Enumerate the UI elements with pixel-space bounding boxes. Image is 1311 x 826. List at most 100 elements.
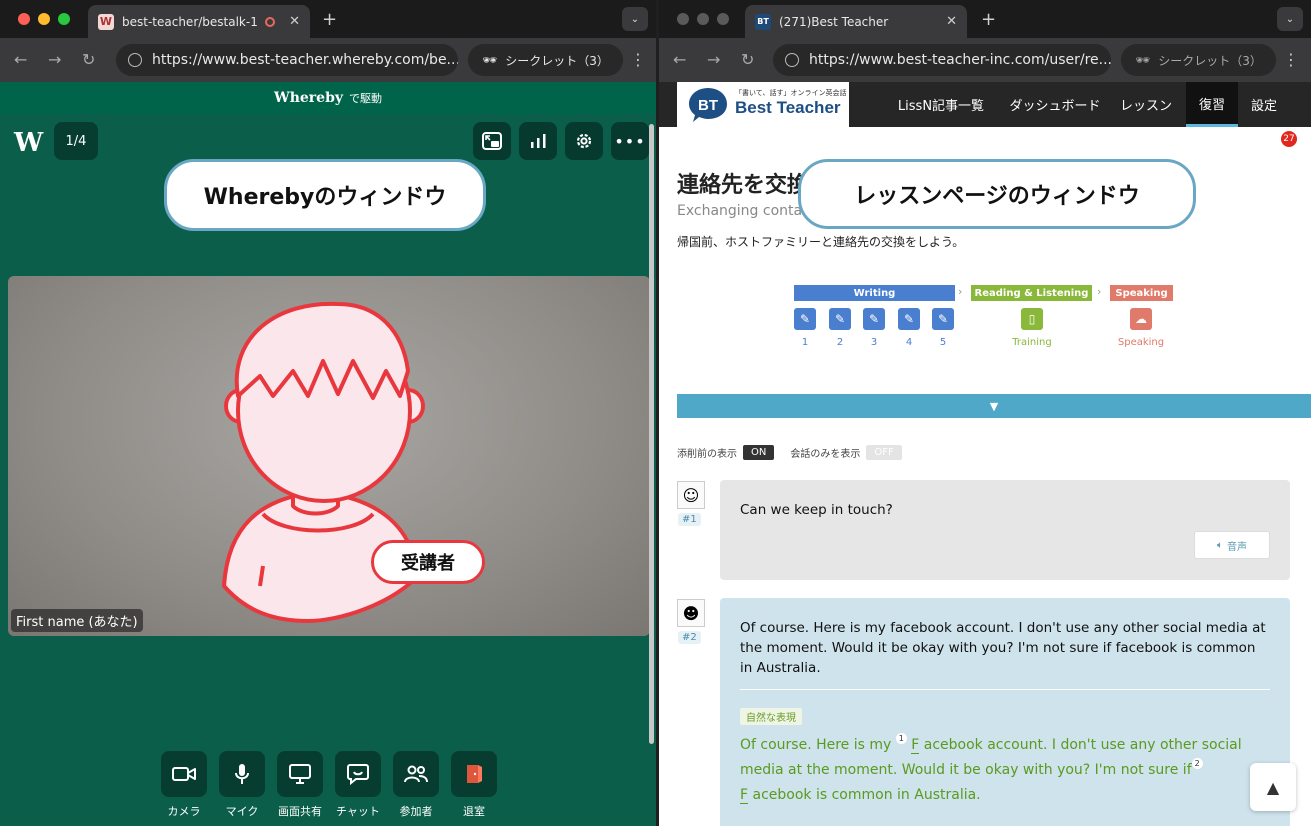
writing-step-2[interactable]: ✎: [829, 308, 851, 330]
participant-count[interactable]: 1/4: [54, 122, 98, 160]
nav-lissn[interactable]: LissN記事一覧: [891, 82, 991, 127]
writing-step-4[interactable]: ✎: [898, 308, 920, 330]
browser-tab[interactable]: BT (271)Best Teacher ✕: [745, 5, 967, 38]
conversation-only-toggle[interactable]: OFF: [866, 445, 902, 460]
writing-step-5[interactable]: ✎: [932, 308, 954, 330]
new-tab-button[interactable]: +: [981, 9, 996, 30]
browser-menu-icon[interactable]: ⋮: [630, 50, 646, 69]
reload-icon[interactable]: ↻: [741, 50, 754, 69]
close-tab-icon[interactable]: ✕: [289, 14, 300, 29]
tab-search-button[interactable]: ⌄: [1277, 7, 1303, 31]
address-bar[interactable]: https://www.best-teacher.whereby.com/be.…: [116, 44, 458, 76]
site-info-icon[interactable]: [785, 53, 799, 67]
powered-by-text: で駆動: [349, 92, 382, 105]
minimize-window-button[interactable]: [697, 13, 709, 25]
scroll-to-top-button[interactable]: ▲: [1250, 763, 1296, 811]
back-icon[interactable]: ←: [673, 50, 686, 69]
close-window-button[interactable]: [677, 13, 689, 25]
minimize-window-button[interactable]: [38, 13, 50, 25]
close-window-button[interactable]: [18, 13, 30, 25]
speech-bubble-icon: ☁: [1135, 312, 1147, 326]
settings-button[interactable]: [565, 122, 603, 160]
leave-icon: [467, 765, 482, 783]
picture-in-picture-button[interactable]: [473, 122, 511, 160]
turn-number: #2: [678, 631, 701, 644]
screen-share-button[interactable]: [277, 751, 323, 797]
message-bubble: Of course. Here is my facebook account. …: [720, 598, 1290, 826]
forward-icon[interactable]: →: [48, 50, 61, 69]
screen-share-control[interactable]: 画面共有: [277, 751, 323, 819]
call-controls: カメラ マイク 画面共有 チャット 参加者 退室: [161, 751, 497, 819]
notification-badge[interactable]: 27: [1281, 131, 1297, 147]
people-button[interactable]: [393, 751, 439, 797]
new-tab-button[interactable]: +: [322, 9, 337, 30]
chevron-up-icon: ▲: [1266, 777, 1280, 797]
forward-icon[interactable]: →: [707, 50, 720, 69]
incognito-label: シークレット（3）: [505, 53, 609, 68]
correction-marker[interactable]: 1: [895, 733, 907, 744]
incognito-badge[interactable]: 🕶 シークレット（3）: [468, 44, 623, 76]
pencil-icon: ✎: [937, 312, 949, 326]
camera-label: カメラ: [167, 805, 201, 818]
browser-tab[interactable]: W best-teacher/bestalk-116 ✕: [88, 5, 310, 38]
leave-button[interactable]: [451, 751, 497, 797]
corrected-part: Of course. Here is my: [740, 737, 896, 753]
close-tab-icon[interactable]: ✕: [946, 14, 957, 29]
zoom-window-button[interactable]: [58, 13, 70, 25]
mic-button[interactable]: [219, 751, 265, 797]
whereby-favicon: W: [98, 13, 114, 30]
incognito-label: シークレット（3）: [1158, 53, 1262, 68]
site-info-icon[interactable]: [128, 53, 142, 67]
speaking-step[interactable]: ☁: [1130, 308, 1152, 330]
student-avatar: ☻: [677, 599, 705, 627]
nav-settings[interactable]: 設定: [1243, 82, 1285, 127]
incognito-badge[interactable]: 🕶 シークレット（3）: [1121, 44, 1276, 76]
bar-chart-icon: [531, 134, 546, 148]
nav-dashboard[interactable]: ダッシュボード: [1003, 82, 1107, 127]
logo-tagline: 「書いて、話す」オンライン英会話: [735, 89, 847, 97]
browser-menu-icon[interactable]: ⋮: [1283, 50, 1299, 69]
camera-button[interactable]: [161, 751, 207, 797]
training-step[interactable]: ▯: [1021, 308, 1043, 330]
address-bar[interactable]: https://www.best-teacher-inc.com/user/re…: [773, 44, 1111, 76]
pencil-icon: ✎: [868, 312, 880, 326]
camera-control[interactable]: カメラ: [161, 751, 207, 819]
correction-marker[interactable]: 2: [1191, 758, 1203, 769]
whereby-logo[interactable]: W: [14, 128, 43, 158]
leave-control[interactable]: 退室: [451, 751, 497, 819]
writing-step-3[interactable]: ✎: [863, 308, 885, 330]
audio-label: 音声: [1227, 541, 1247, 553]
mic-control[interactable]: マイク: [219, 751, 265, 819]
people-control[interactable]: 参加者: [393, 751, 439, 819]
chat-button[interactable]: [335, 751, 381, 797]
tab-search-button[interactable]: ⌄: [622, 7, 648, 31]
writing-step-number: 2: [836, 337, 844, 348]
speaking-step-label: Speaking: [1117, 337, 1165, 348]
more-button[interactable]: •••: [611, 122, 649, 160]
training-step-label: Training: [1012, 337, 1052, 348]
zoom-window-button[interactable]: [717, 13, 729, 25]
lesson-steps: Writing › Reading & Listening › Speaking…: [659, 285, 1311, 355]
chat-control[interactable]: チャット: [335, 751, 381, 819]
message-text: Of course. Here is my facebook account. …: [740, 620, 1266, 676]
pencil-icon: ✎: [903, 312, 915, 326]
bt-logo-letters: BT: [698, 97, 718, 114]
writing-step-1[interactable]: ✎: [794, 308, 816, 330]
page-scrollbar[interactable]: [649, 124, 654, 744]
stats-button[interactable]: [519, 122, 557, 160]
audio-button[interactable]: 🔈︎ 音声: [1194, 531, 1270, 559]
face-sketch-icon: ☺: [682, 485, 700, 505]
nav-review[interactable]: 復習: [1186, 82, 1238, 127]
nav-lessons[interactable]: レッスン: [1117, 82, 1175, 127]
best-teacher-logo[interactable]: BT 「書いて、話す」オンライン英会話 Best Teacher: [677, 82, 849, 127]
back-icon[interactable]: ←: [14, 50, 27, 69]
triangle-down-icon: ▼: [989, 399, 999, 413]
before-correction-toggle[interactable]: ON: [743, 445, 775, 460]
url-text: https://www.best-teacher-inc.com/user/re…: [809, 52, 1111, 68]
display-toggles: 添削前の表示 ON 会話のみを表示 OFF: [677, 445, 902, 460]
people-icon: [404, 765, 428, 783]
writing-step-number: 5: [939, 337, 947, 348]
tab-strip: W best-teacher/bestalk-116 ✕ + ⌄: [0, 0, 656, 38]
reload-icon[interactable]: ↻: [82, 50, 95, 69]
expand-details-bar[interactable]: ▼: [677, 394, 1311, 418]
